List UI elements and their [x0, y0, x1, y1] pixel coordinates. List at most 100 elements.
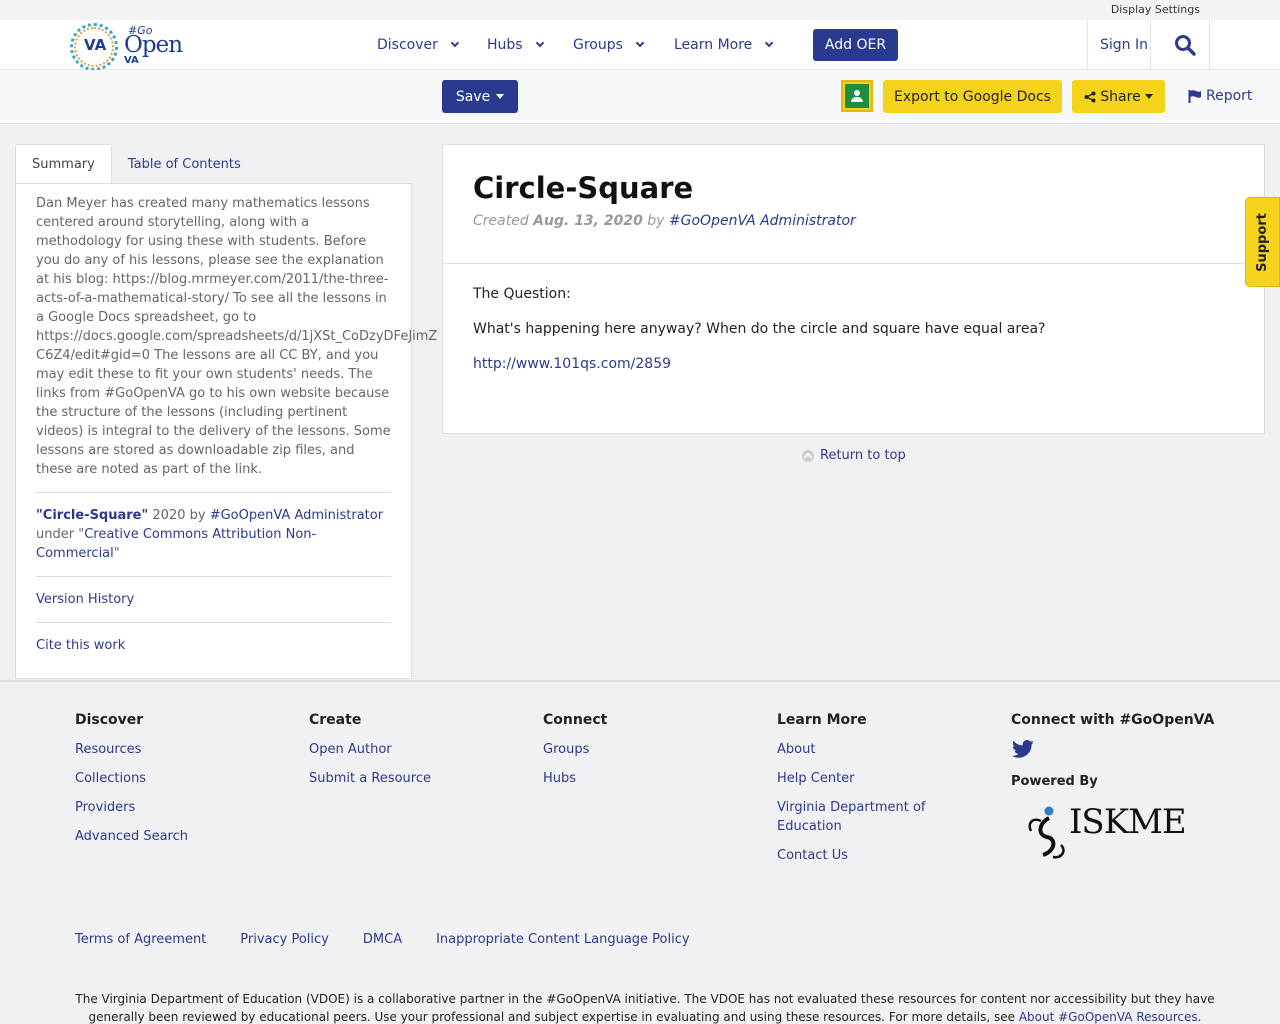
created-date: Aug. 13, 2020: [533, 213, 643, 229]
footer-heading: Connect with #GoOpenVA: [1011, 712, 1215, 728]
summary-text-rest: C6Z4/edit#gid=0 The lessons are all CC B…: [36, 348, 391, 477]
resource-body: The Question: What's happening here anyw…: [473, 285, 1045, 390]
nav-discover[interactable]: Discover: [377, 37, 460, 53]
footer-link-submit-resource[interactable]: Submit a Resource: [309, 769, 431, 788]
disclaimer: The Virginia Department of Education (VD…: [75, 992, 1215, 1024]
site-footer: Discover Resources Collections Providers…: [0, 680, 1280, 1024]
chevron-down-icon: [450, 38, 460, 48]
divider: [36, 492, 391, 493]
share-button[interactable]: Share: [1072, 80, 1165, 113]
export-google-docs-button[interactable]: Export to Google Docs: [883, 80, 1062, 113]
return-to-top-link[interactable]: Return to top: [802, 448, 906, 463]
tab-table-of-contents[interactable]: Table of Contents: [112, 144, 257, 184]
save-button[interactable]: Save: [442, 80, 518, 113]
footer-col-connect: Connect Groups Hubs: [543, 712, 607, 798]
divider: [443, 263, 1264, 264]
footer-link-hubs[interactable]: Hubs: [543, 769, 607, 788]
divider: [36, 576, 391, 577]
version-history-link[interactable]: Version History: [36, 590, 391, 609]
nav-learn-more[interactable]: Learn More: [674, 37, 774, 53]
powered-by-label: Powered By: [1011, 774, 1098, 789]
attribution-under: under ": [36, 527, 85, 542]
header-divider: [1209, 20, 1210, 70]
dmca-link[interactable]: DMCA: [363, 932, 402, 947]
author-link[interactable]: #GoOpenVA Administrator: [669, 213, 856, 229]
content-policy-link[interactable]: Inappropriate Content Language Policy: [436, 932, 689, 947]
report-label: Report: [1206, 88, 1253, 104]
summary-text-main: Dan Meyer has created many mathematics l…: [36, 196, 389, 325]
footer-col-social: Connect with #GoOpenVA Powered By ISKME: [1011, 712, 1231, 871]
footer-heading: Create: [309, 712, 362, 728]
nav-groups[interactable]: Groups: [573, 37, 645, 53]
footer-link-providers[interactable]: Providers: [75, 798, 188, 817]
support-label: Support: [1255, 212, 1271, 272]
arrow-up-icon: [802, 449, 814, 462]
iskme-text: ISKME: [1069, 802, 1187, 842]
footer-link-about[interactable]: About: [777, 740, 947, 759]
attribution-year: 2020 by: [148, 508, 210, 523]
nav-groups-label: Groups: [573, 37, 623, 53]
footer-col-learn-more: Learn More About Help Center Virginia De…: [777, 712, 947, 875]
nav-hubs[interactable]: Hubs: [487, 37, 544, 53]
caret-down-icon: [496, 94, 505, 99]
share-button-label: Share: [1100, 88, 1141, 105]
attribution-author-link[interactable]: #GoOpenVA Administrator: [210, 508, 383, 523]
chevron-down-icon: [765, 38, 774, 48]
resource-meta: Created Aug. 13, 2020 by #GoOpenVA Admin…: [473, 213, 856, 229]
divider: [36, 622, 391, 623]
summary-text: Dan Meyer has created many mathematics l…: [36, 194, 437, 479]
nav-learn-more-label: Learn More: [674, 37, 753, 53]
attribution-close-quote: ": [113, 546, 120, 561]
support-tab[interactable]: Support: [1245, 197, 1280, 287]
google-classroom-button[interactable]: [841, 80, 873, 112]
nav-discover-label: Discover: [377, 37, 438, 53]
add-oer-button[interactable]: Add OER: [813, 29, 898, 61]
footer-heading: Learn More: [777, 712, 867, 728]
report-link[interactable]: Report: [1188, 88, 1252, 104]
flag-icon: [1188, 89, 1201, 103]
resource-toolbar: Save Export to Google Docs Share Report: [0, 70, 1280, 124]
about-resources-link[interactable]: About #GoOpenVA Resources: [1019, 1010, 1198, 1024]
footer-col-discover: Discover Resources Collections Providers…: [75, 712, 188, 856]
footer-heading: Discover: [75, 712, 144, 728]
question-text: What's happening here anyway? When do th…: [473, 321, 1046, 337]
footer-heading: Connect: [543, 712, 608, 728]
nav-hubs-label: Hubs: [487, 37, 523, 53]
chevron-down-icon: [635, 38, 645, 48]
footer-link-vdoe[interactable]: Virginia Department of Education: [777, 798, 947, 836]
save-button-label: Save: [455, 88, 491, 105]
attribution: "Circle-Square" 2020 by #GoOpenVA Admini…: [36, 506, 391, 563]
footer-link-help-center[interactable]: Help Center: [777, 769, 947, 788]
footer-link-groups[interactable]: Groups: [543, 740, 607, 759]
legal-links: Terms of Agreement Privacy Policy DMCA I…: [75, 932, 690, 947]
twitter-icon[interactable]: [1011, 740, 1035, 764]
return-to-top-label: Return to top: [820, 448, 906, 463]
footer-link-resources[interactable]: Resources: [75, 740, 188, 759]
privacy-link[interactable]: Privacy Policy: [240, 932, 329, 947]
main-area: Summary Table of Contents Dan Meyer has …: [0, 124, 1280, 680]
footer-col-create: Create Open Author Submit a Resource: [309, 712, 431, 798]
display-settings-link[interactable]: Display Settings: [1111, 3, 1200, 16]
terms-link[interactable]: Terms of Agreement: [75, 932, 206, 947]
cite-this-work-link[interactable]: Cite this work: [36, 636, 391, 655]
iskme-logo[interactable]: ISKME: [1025, 801, 1205, 861]
logo-va-text: VA: [84, 36, 107, 54]
goopenva-logo[interactable]: VA #Go Open VA: [70, 23, 183, 71]
sidebar-tabs: Summary Table of Contents: [15, 144, 257, 184]
logo-va2-text: VA: [124, 55, 139, 66]
attribution-title-link[interactable]: "Circle-Square": [36, 508, 148, 523]
tab-summary[interactable]: Summary: [15, 144, 112, 184]
header-divider: [1087, 20, 1088, 70]
caret-down-icon: [1144, 94, 1153, 99]
top-strip: Display Settings: [0, 0, 1280, 20]
footer-link-advanced-search[interactable]: Advanced Search: [75, 827, 188, 846]
summary-panel: Dan Meyer has created many mathematics l…: [15, 183, 437, 679]
search-icon[interactable]: [1174, 34, 1196, 56]
footer-link-contact-us[interactable]: Contact Us: [777, 846, 947, 865]
footer-link-collections[interactable]: Collections: [75, 769, 188, 788]
sign-in-link[interactable]: Sign In: [1100, 37, 1148, 53]
resource-url-link[interactable]: http://www.101qs.com/2859: [473, 356, 671, 372]
google-classroom-icon: [845, 84, 869, 108]
footer-link-open-author[interactable]: Open Author: [309, 740, 431, 759]
site-header: VA #Go Open VA Discover Hubs Groups Lear…: [0, 20, 1280, 71]
